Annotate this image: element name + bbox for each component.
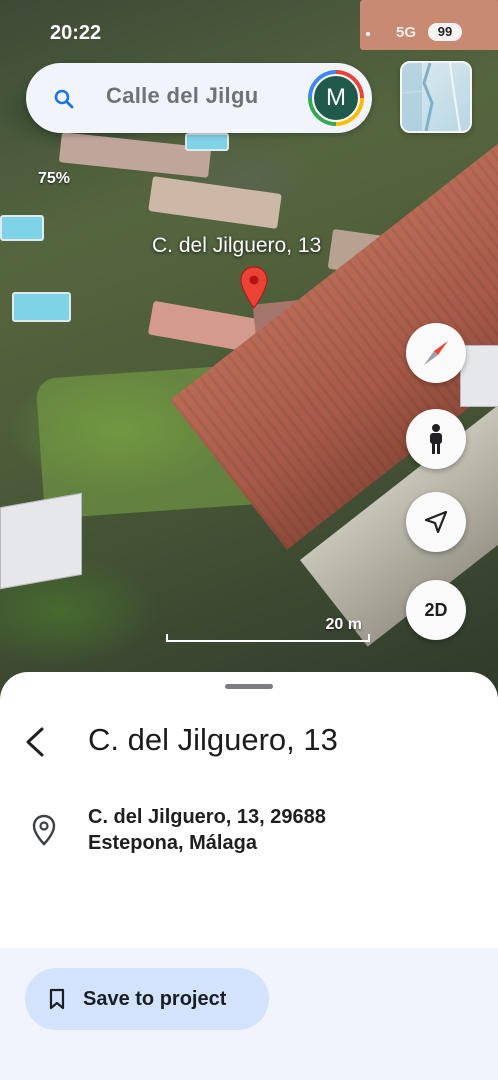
- account-avatar-button[interactable]: M: [308, 70, 364, 126]
- street-view-button[interactable]: [406, 409, 466, 469]
- compass-button[interactable]: [406, 323, 466, 383]
- back-arrow-icon[interactable]: [22, 726, 50, 758]
- tilt-indicator: 75%: [38, 170, 71, 187]
- compass-icon: [424, 341, 448, 365]
- scale-label: 20 m: [325, 616, 362, 633]
- pool: [12, 292, 71, 322]
- save-to-project-button[interactable]: Save to project: [25, 968, 269, 1030]
- pegman-icon: [430, 424, 442, 454]
- place-address: C. del Jilguero, 13, 29688 Estepona, Mál…: [88, 804, 326, 856]
- sheet-footer: Save to project: [0, 948, 498, 1080]
- search-input[interactable]: Calle del Jilgu: [106, 83, 306, 113]
- status-bar: 20:22 5G 99: [0, 18, 498, 48]
- pool: [185, 133, 229, 151]
- my-location-icon: [424, 510, 448, 534]
- map-3d-view[interactable]: 20:22 5G 99 Calle del Jilgu M 75% C. del…: [0, 0, 498, 700]
- scale-bar: 20 m: [166, 616, 370, 642]
- map-layers-button[interactable]: [400, 61, 472, 133]
- search-icon: [54, 89, 74, 109]
- status-time: 20:22: [50, 22, 102, 44]
- place-title: C. del Jilguero, 13: [88, 722, 338, 757]
- address-line-1: C. del Jilguero, 13, 29688: [88, 806, 326, 828]
- search-bar[interactable]: Calle del Jilgu M: [26, 63, 372, 133]
- building: [0, 492, 82, 590]
- roof: [148, 176, 282, 229]
- place-details-sheet[interactable]: C. del Jilguero, 13 C. del Jilguero, 13,…: [0, 672, 498, 1080]
- bookmark-icon: [49, 988, 65, 1010]
- sheet-drag-handle[interactable]: [225, 684, 273, 689]
- status-dot: [366, 32, 370, 36]
- network-indicator: 5G: [396, 24, 417, 41]
- layers-icon: [402, 63, 461, 131]
- pool: [0, 215, 44, 241]
- scale-line: [166, 634, 370, 642]
- location-pin-icon: [32, 814, 56, 846]
- avatar: M: [312, 74, 360, 122]
- save-to-project-label: Save to project: [83, 987, 227, 1010]
- my-location-button[interactable]: [406, 492, 466, 552]
- address-line-2: Estepona, Málaga: [88, 832, 257, 854]
- place-label: C. del Jilguero, 13: [152, 234, 322, 257]
- view-2d-toggle[interactable]: 2D: [406, 580, 466, 640]
- battery-indicator: 99: [428, 23, 462, 41]
- location-pin-icon[interactable]: [240, 266, 268, 310]
